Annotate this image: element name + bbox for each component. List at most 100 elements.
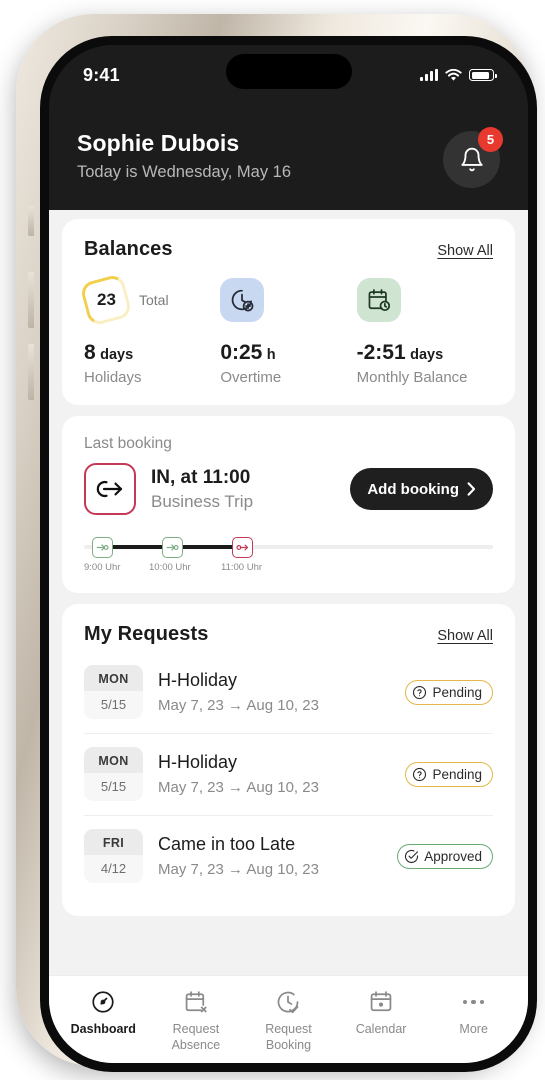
greeting-block: Sophie Dubois Today is Wednesday, May 16: [77, 129, 291, 183]
table-row[interactable]: FRI 4/12 Came in too Late May 7, 23 → Au…: [84, 816, 493, 897]
last-booking-row: IN, at 11:00 Business Trip Add booking: [84, 463, 493, 515]
booking-title: IN, at 11:00: [151, 466, 251, 488]
monthly-unit: days: [410, 347, 444, 363]
timeline-time-label: 9:00 Uhr: [84, 562, 121, 573]
monthly-icon-tile: [356, 278, 401, 322]
monthly-metric: -2:51 days Monthly Balance: [357, 341, 493, 386]
total-balance-indicator: 23 Total: [79, 273, 220, 327]
tab-dashboard[interactable]: Dashboard: [57, 989, 150, 1038]
status-badge: Pending: [405, 761, 493, 787]
calendar-x-icon: [185, 991, 207, 1013]
booking-text: IN, at 11:00 Business Trip: [151, 467, 253, 512]
clock-check-icon: [278, 991, 299, 1014]
last-booking-label: Last booking: [84, 435, 172, 452]
my-requests-card: My Requests Show All MON 5/15 H-Holiday …: [62, 604, 515, 916]
request-date-range: May 7, 23 → Aug 10, 23: [158, 779, 319, 796]
volume-up-button[interactable]: [28, 272, 34, 328]
calendar-clock-icon: [368, 289, 390, 312]
requests-header: My Requests Show All: [84, 623, 493, 646]
holidays-value: 8: [84, 341, 96, 364]
today-date: Today is Wednesday, May 16: [77, 162, 292, 181]
tab-more[interactable]: More: [427, 989, 520, 1038]
user-name: Sophie Dubois: [77, 130, 240, 156]
balances-show-all-link[interactable]: Show All: [437, 243, 493, 259]
status-badge-label: Pending: [432, 766, 482, 782]
monthly-caption: Monthly Balance: [356, 369, 468, 386]
overtime-unit: h: [266, 347, 276, 363]
booking-timeline: 9:00 Uhr 10:00 Uhr 11:00 Uhr: [84, 534, 493, 574]
request-title: H-Holiday: [158, 752, 238, 772]
question-circle-icon: [413, 767, 427, 781]
booking-direction-tile: [84, 463, 136, 515]
request-title: H-Holiday: [158, 670, 238, 690]
arrow-in-icon: [166, 544, 179, 551]
screenshot-stage: 9:41 Sophie Dubois Today is Wednesday, M…: [0, 0, 545, 1080]
request-date: 4/12: [84, 855, 143, 883]
request-date: 5/15: [84, 691, 143, 719]
phone-screen: 9:41 Sophie Dubois Today is Wednesday, M…: [49, 45, 528, 1063]
calendar-icon: [370, 991, 392, 1012]
request-date-chip: MON 5/15: [84, 747, 143, 801]
tab-request-absence[interactable]: Request Absence: [150, 989, 243, 1053]
request-date-chip: MON 5/15: [84, 665, 143, 719]
tab-request-booking[interactable]: Request Booking: [242, 989, 335, 1053]
balances-title: Balances: [84, 238, 173, 260]
table-row[interactable]: MON 5/15 H-Holiday May 7, 23 → Aug 10, 2…: [84, 652, 493, 734]
request-weekday: FRI: [84, 829, 143, 855]
tab-label: Dashboard: [70, 1022, 136, 1036]
overtime-metric: 0:25 h Overtime: [220, 341, 356, 386]
holidays-metric: 8 days Holidays: [84, 341, 220, 386]
table-row[interactable]: MON 5/15 H-Holiday May 7, 23 → Aug 10, 2…: [84, 734, 493, 816]
timeline-node[interactable]: [92, 537, 113, 558]
request-weekday: MON: [84, 747, 143, 773]
requests-list: MON 5/15 H-Holiday May 7, 23 → Aug 10, 2…: [84, 652, 493, 897]
tab-label: More: [459, 1022, 488, 1036]
request-title: Came in too Late: [158, 834, 296, 854]
status-indicators: [420, 68, 497, 82]
overtime-caption: Overtime: [220, 369, 282, 386]
status-badge-label: Pending: [432, 684, 482, 700]
balances-header: Balances Show All: [84, 238, 493, 261]
wifi-icon: [445, 68, 462, 81]
holidays-unit: days: [100, 347, 134, 363]
notification-count-badge: 5: [478, 127, 503, 152]
add-booking-button[interactable]: Add booking: [350, 468, 493, 510]
monthly-value: -2:51: [356, 341, 406, 364]
timeline-node[interactable]: [232, 537, 253, 558]
tab-label: Request Absence: [171, 1022, 221, 1052]
status-badge: Approved: [397, 843, 493, 869]
overtime-icon-tile: [220, 278, 265, 322]
requests-show-all-link[interactable]: Show All: [437, 628, 493, 644]
balances-icon-row: 23 Total: [79, 273, 493, 327]
timeline-time-label: 10:00 Uhr: [149, 562, 191, 573]
silent-switch[interactable]: [28, 206, 34, 236]
booking-subtitle: Business Trip: [151, 491, 254, 511]
timeline-node[interactable]: [162, 537, 183, 558]
question-circle-icon: [413, 685, 427, 699]
tab-calendar[interactable]: Calendar: [335, 989, 428, 1038]
arrow-out-icon: [236, 544, 249, 551]
dynamic-island: [225, 54, 352, 89]
monthly-balance-indicator: [356, 278, 493, 322]
status-bar: 9:41: [49, 45, 528, 99]
add-booking-label: Add booking: [367, 480, 459, 498]
app-header: Sophie Dubois Today is Wednesday, May 16…: [49, 99, 528, 210]
last-booking-card: Last booking IN, at 11:00 Business Trip: [62, 416, 515, 593]
chevron-right-icon: [467, 482, 476, 496]
clock-plus-icon: [232, 289, 254, 312]
request-details: H-Holiday May 7, 23 → Aug 10, 23: [158, 752, 405, 796]
request-date-chip: FRI 4/12: [84, 829, 143, 883]
dashboard-scroll-area[interactable]: Balances Show All 23 Total 8 days Holida…: [49, 210, 528, 1063]
tab-label: Calendar: [355, 1022, 407, 1036]
battery-icon: [469, 69, 497, 81]
volume-down-button[interactable]: [28, 344, 34, 400]
requests-title: My Requests: [84, 623, 209, 645]
balances-values-row: 8 days Holidays 0:25 h Overtime -2:51 da…: [84, 341, 493, 386]
status-badge-label: Approved: [424, 848, 482, 864]
notifications[interactable]: 5: [443, 127, 503, 188]
speedometer-icon: [92, 991, 114, 1013]
total-value: 23: [96, 290, 116, 310]
status-badge: Pending: [405, 679, 493, 705]
total-label: Total: [139, 292, 169, 308]
request-date-range: May 7, 23 → Aug 10, 23: [158, 697, 319, 714]
